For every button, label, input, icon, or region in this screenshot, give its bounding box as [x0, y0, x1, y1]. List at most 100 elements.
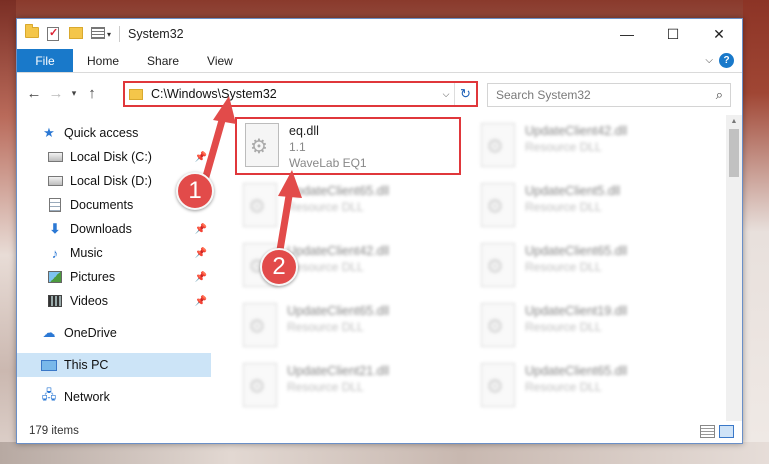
file-name: UpdateClient42.dll: [525, 124, 628, 138]
folder-icon: [129, 88, 143, 100]
sidebar-item-videos[interactable]: Videos 📌: [17, 289, 211, 313]
sidebar-item-label: Downloads: [70, 222, 132, 236]
forward-button[interactable]: →: [45, 82, 67, 104]
item-count: 179 items: [29, 425, 79, 437]
file-description: Resource DLL: [525, 140, 602, 154]
ribbon-tabs: File Home Share View ⌵ ?: [17, 49, 742, 73]
address-path[interactable]: C:\Windows\System32: [151, 87, 277, 101]
sidebar-item-label: Pictures: [70, 270, 116, 284]
recent-locations-button[interactable]: ▾: [67, 82, 81, 104]
new-folder-icon[interactable]: [69, 27, 83, 41]
drive-icon: [47, 150, 63, 164]
network-icon: 🖧: [41, 387, 57, 402]
desktop-background-right: [743, 0, 769, 464]
help-icon[interactable]: ?: [719, 53, 734, 68]
address-dropdown-icon[interactable]: ⌵: [438, 89, 454, 100]
list-item[interactable]: UpdateClient19.dll Resource DLL: [473, 299, 703, 355]
properties-icon[interactable]: [47, 26, 61, 41]
minimize-button[interactable]: —: [604, 19, 650, 49]
folder-icon[interactable]: [25, 24, 39, 41]
list-item-eq-dll[interactable]: eq.dll 1.1 WaveLab EQ1: [235, 117, 461, 175]
ribbon-right: ⌵ ?: [705, 49, 742, 72]
search-icon: ⌕: [715, 87, 723, 102]
file-description: Resource DLL: [525, 380, 602, 394]
computer-icon: [41, 358, 57, 372]
sidebar-item-pictures[interactable]: Pictures 📌: [17, 265, 211, 289]
tab-share[interactable]: Share: [133, 49, 193, 72]
pin-icon: 📌: [194, 151, 207, 163]
customize-toolbar-dropdown-icon[interactable]: ▾: [107, 30, 111, 39]
sidebar-item-label: Music: [70, 246, 103, 260]
window-title: System32: [128, 27, 184, 41]
tab-view[interactable]: View: [193, 49, 247, 72]
file-name: UpdateClient19.dll: [525, 304, 628, 318]
sidebar-item-onedrive[interactable]: ☁ OneDrive: [17, 321, 211, 345]
file-name: UpdateClient65.dll: [525, 364, 628, 378]
dll-file-icon: [481, 183, 515, 227]
sidebar-item-local-disk-c[interactable]: Local Disk (C:) 📌: [17, 145, 211, 169]
sidebar-item-network[interactable]: 🖧 Network: [17, 385, 211, 409]
file-description: WaveLab EQ1: [289, 156, 367, 170]
title-separator: [119, 26, 121, 42]
back-button[interactable]: ←: [23, 82, 45, 104]
expand-ribbon-chevron-icon[interactable]: ⌵: [705, 55, 713, 66]
step-1-badge: 1: [176, 172, 214, 210]
list-item[interactable]: UpdateClient42.dll Resource DLL: [473, 119, 703, 175]
window-controls: — ☐ ✕: [604, 19, 742, 49]
sidebar-item-label: Network: [64, 390, 110, 404]
sidebar-item-label: Videos: [70, 294, 108, 308]
sidebar-item-quick-access[interactable]: ★ Quick access: [17, 121, 211, 145]
search-input[interactable]: Search System32 ⌕: [487, 83, 731, 107]
sidebar-item-this-pc[interactable]: This PC: [17, 353, 211, 377]
videos-icon: [47, 294, 63, 308]
file-description: Resource DLL: [525, 320, 602, 334]
up-button[interactable]: ↑: [81, 82, 103, 104]
list-item[interactable]: UpdateClient5.dll Resource DLL: [473, 179, 703, 235]
address-row: ← → ▾ ↑ C:\Windows\System32 ⌵ ↻ Search S…: [17, 73, 742, 113]
large-icons-view-icon[interactable]: [719, 424, 734, 438]
sidebar-item-label: Local Disk (C:): [70, 150, 152, 164]
list-item[interactable]: UpdateClient65.dll Resource DLL: [235, 299, 465, 355]
file-explorer-window: ▾ System32 — ☐ ✕ File Home Share View ⌵ …: [16, 18, 743, 444]
tab-home[interactable]: Home: [73, 49, 133, 72]
drive-icon: [47, 174, 63, 188]
close-button[interactable]: ✕: [696, 19, 742, 49]
list-item[interactable]: UpdateClient65.dll Resource DLL: [473, 359, 703, 415]
star-icon: ★: [43, 125, 55, 140]
scroll-up-icon[interactable]: ▲: [726, 115, 742, 129]
search-placeholder: Search System32: [496, 88, 591, 102]
view-options-icon[interactable]: [91, 27, 105, 41]
tab-file[interactable]: File: [17, 49, 73, 72]
pin-icon: 📌: [194, 271, 207, 283]
file-description: Resource DLL: [525, 260, 602, 274]
list-item[interactable]: UpdateClient21.dll Resource DLL: [235, 359, 465, 415]
file-description: Resource DLL: [287, 200, 364, 214]
sidebar-item-music[interactable]: ♪ Music 📌: [17, 241, 211, 265]
details-view-icon[interactable]: [700, 424, 715, 438]
dll-file-icon: [481, 123, 515, 167]
file-name: UpdateClient65.dll: [525, 244, 628, 258]
dll-file-icon: [243, 363, 277, 407]
music-icon: ♪: [51, 245, 59, 261]
pin-icon: 📌: [194, 295, 207, 307]
sidebar-item-label: OneDrive: [64, 326, 117, 340]
documents-icon: [47, 198, 63, 212]
file-name: UpdateClient21.dll: [287, 364, 390, 378]
dll-file-icon: [481, 363, 515, 407]
downloads-icon: ⬇: [49, 221, 61, 236]
list-item[interactable]: UpdateClient65.dll Resource DLL: [235, 179, 465, 235]
sidebar-item-label: Documents: [70, 198, 134, 212]
file-description: Resource DLL: [525, 200, 602, 214]
sidebar-item-downloads[interactable]: ⬇ Downloads 📌: [17, 217, 211, 241]
dll-file-icon: [481, 243, 515, 287]
pin-icon: 📌: [194, 247, 207, 259]
refresh-button[interactable]: ↻: [454, 83, 476, 105]
scrollbar-thumb[interactable]: [729, 129, 739, 177]
vertical-scrollbar[interactable]: ▲: [726, 115, 742, 421]
address-bar[interactable]: C:\Windows\System32 ⌵ ↻: [123, 81, 478, 107]
maximize-button[interactable]: ☐: [650, 19, 696, 49]
sidebar-item-label: This PC: [64, 358, 109, 372]
file-name: UpdateClient5.dll: [525, 184, 621, 198]
list-item[interactable]: UpdateClient65.dll Resource DLL: [473, 239, 703, 295]
file-description: Resource DLL: [287, 320, 364, 334]
